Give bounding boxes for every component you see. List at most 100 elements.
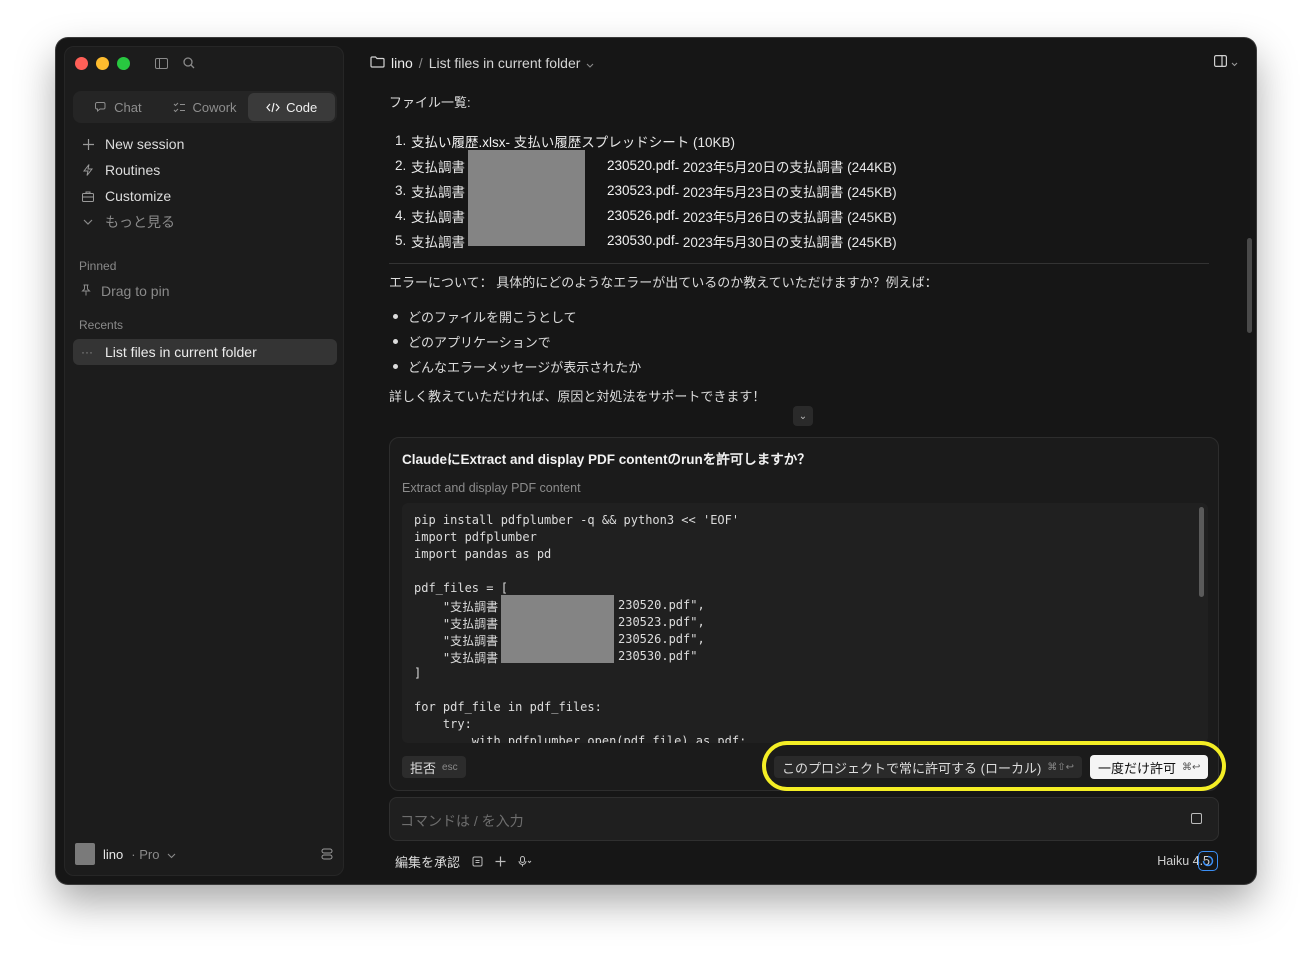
highlight-annotation	[762, 741, 1226, 791]
chat-icon	[95, 101, 108, 113]
bullet-list: どのファイルを開こうとして どのアプリケーションで どんなエラーメッセージが表示…	[389, 304, 1219, 379]
chevron-down-icon	[1231, 54, 1238, 72]
sidebar-toolbar	[153, 55, 197, 71]
file-name: 230520.pdf	[607, 158, 675, 173]
code-preview[interactable]: pip install pdfplumber -q && python3 << …	[402, 503, 1208, 743]
chevron-down-icon[interactable]	[586, 55, 594, 71]
code-line: import pandas as pd	[414, 547, 552, 561]
file-name: 230523.pdf	[607, 183, 675, 198]
show-more-label: もっと見る	[105, 214, 175, 230]
project-name[interactable]: lino	[391, 55, 413, 71]
sidebar: Chat Cowork Code New session Routines Cu…	[64, 46, 344, 876]
permission-title: ClaudeにExtract and display PDF contentのr…	[402, 452, 811, 467]
new-session-label: New session	[105, 136, 185, 152]
recent-session-label: List files in current folder	[105, 344, 257, 360]
briefcase-icon	[81, 191, 95, 202]
redaction-block	[501, 595, 614, 663]
command-input[interactable]: コマンドは / を入力	[389, 797, 1219, 841]
code-line: "支払調書	[414, 617, 499, 631]
recent-session-item[interactable]: ··· List files in current folder	[73, 339, 337, 365]
close-window-button[interactable]	[75, 57, 88, 70]
file-desc: - 支払い履歴スプレッドシート (10KB)	[505, 134, 736, 150]
file-desc: - 2023年5月20日の支払調書 (244KB)	[674, 159, 897, 175]
code-scrollbar[interactable]	[1199, 507, 1204, 597]
code-line: with pdfplumber.open(pdf_file) as pdf:	[414, 734, 747, 743]
account-name: lino	[103, 846, 124, 862]
bolt-icon	[81, 164, 95, 176]
code-line: import pdfplumber	[414, 530, 537, 544]
code-line: pdf_files = [	[414, 581, 508, 595]
window-controls	[75, 57, 130, 70]
code-line: ]	[414, 666, 422, 680]
account-plan: · Pro	[131, 846, 160, 862]
file-desc: - 2023年5月30日の支払調書 (245KB)	[674, 234, 897, 250]
plus-icon[interactable]	[495, 856, 506, 867]
app-window: Chat Cowork Code New session Routines Cu…	[56, 38, 1256, 884]
code-line-suffix: 230523.pdf",	[618, 615, 705, 629]
document-icon[interactable]	[472, 856, 483, 867]
list-number: 5.	[395, 233, 407, 248]
breadcrumb: lino / List files in current folder	[370, 52, 594, 74]
list-number: 3.	[395, 183, 407, 198]
customize-label: Customize	[105, 188, 172, 204]
file-name: 230530.pdf	[607, 233, 675, 248]
side-panel-icon	[1214, 54, 1228, 72]
plus-icon	[81, 138, 95, 150]
routines-label: Routines	[105, 162, 161, 178]
list-number: 4.	[395, 208, 407, 223]
files-heading: ファイル一覧:	[389, 95, 471, 110]
code-line: "支払調書	[414, 651, 499, 665]
mode-switcher: Chat Cowork Code	[73, 91, 337, 123]
composer-toolbar: 編集を承認	[395, 852, 532, 871]
model-status-icon[interactable]	[1198, 851, 1218, 871]
code-line: "支払調書	[414, 634, 499, 648]
main-scrollbar[interactable]	[1247, 238, 1252, 333]
collapse-button[interactable]: ⌄	[793, 406, 813, 426]
show-more-button[interactable]: もっと見る	[73, 209, 337, 235]
list-item: どのファイルを開こうとして	[393, 304, 1219, 329]
file-name: 230526.pdf	[607, 208, 675, 223]
routines-button[interactable]: Routines	[73, 157, 337, 183]
mode-chat[interactable]: Chat	[75, 93, 162, 121]
panel-toggle-button[interactable]	[1214, 54, 1238, 72]
customize-button[interactable]: Customize	[73, 183, 337, 209]
code-line: try:	[414, 717, 472, 731]
reject-button[interactable]: 拒否 esc	[402, 756, 466, 778]
pin-icon	[81, 283, 91, 299]
search-icon[interactable]	[181, 55, 197, 71]
file-desc: - 2023年5月23日の支払調書 (245KB)	[674, 184, 897, 200]
zoom-window-button[interactable]	[117, 57, 130, 70]
code-line: for pdf_file in pdf_files:	[414, 700, 602, 714]
code-line: pip install pdfplumber -q && python3 << …	[414, 513, 740, 527]
stop-icon[interactable]	[1191, 813, 1202, 824]
reject-label: 拒否	[410, 760, 437, 776]
microphone-icon[interactable]	[518, 856, 532, 867]
bullet-text: どのアプリケーションで	[408, 335, 551, 350]
mode-chat-label: Chat	[114, 99, 142, 115]
more-dots-icon: ···	[81, 345, 93, 359]
code-line-suffix: 230526.pdf",	[618, 632, 705, 646]
code-icon	[266, 102, 280, 113]
list-number: 2.	[395, 158, 407, 173]
error-question: エラーについて： 具体的にどのようなエラーが出ているのか教えていただけますか？例…	[389, 275, 938, 290]
chevron-down-icon	[81, 219, 95, 225]
new-session-button[interactable]: New session	[73, 131, 337, 157]
list-number: 1.	[395, 133, 407, 148]
approve-edits-toggle[interactable]: 編集を承認	[395, 852, 460, 871]
mode-cowork[interactable]: Cowork	[162, 93, 249, 121]
cowork-icon	[173, 102, 186, 113]
reject-shortcut: esc	[442, 761, 458, 773]
session-title[interactable]: List files in current folder	[429, 55, 581, 71]
settings-toggle-icon[interactable]	[321, 848, 333, 860]
code-line: "支払調書	[414, 600, 499, 614]
mode-code[interactable]: Code	[248, 93, 336, 121]
code-line-suffix: 230520.pdf",	[618, 598, 705, 612]
permission-subtitle: Extract and display PDF content	[402, 481, 581, 495]
input-placeholder: コマンドは / を入力	[400, 813, 524, 829]
sidebar-toggle-icon[interactable]	[153, 55, 169, 71]
minimize-window-button[interactable]	[96, 57, 109, 70]
account-menu[interactable]: lino · Pro	[73, 841, 337, 867]
recents-heading: Recents	[79, 318, 124, 332]
assistant-message: ファイル一覧: 1. 支払い履歴.xlsx - 支払い履歴スプレッドシート (1…	[389, 94, 1219, 406]
drag-to-pin-hint: Drag to pin	[81, 283, 169, 299]
